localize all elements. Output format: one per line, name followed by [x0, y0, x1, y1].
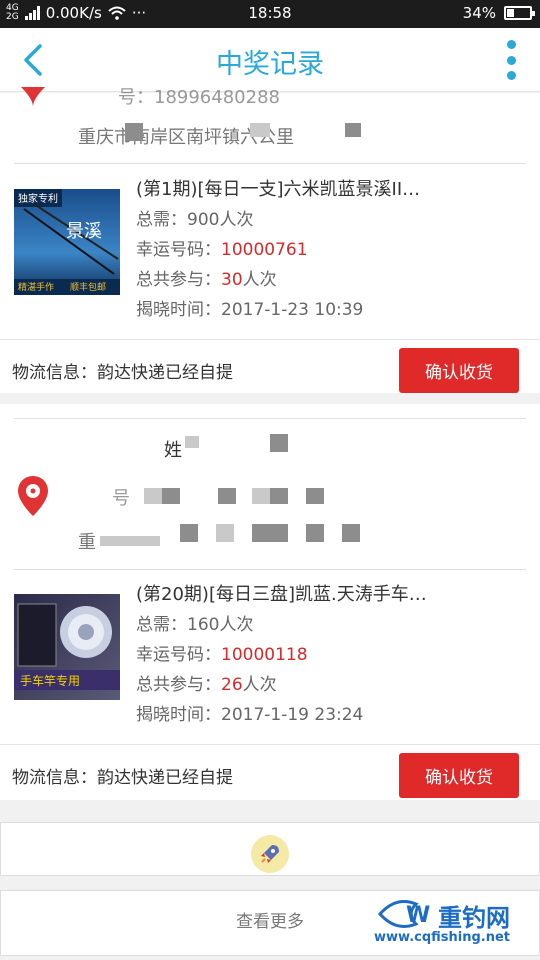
total-row: 总共参与：26人次	[136, 675, 277, 695]
lucky-row: 幸运号码：10000118	[136, 645, 308, 665]
privacy-mosaic	[250, 123, 270, 137]
total-value: 30	[221, 270, 243, 290]
svg-text:W: W	[406, 903, 430, 928]
watermark-url: www.cqfishing.net	[374, 930, 511, 945]
status-time: 18:58	[248, 4, 292, 22]
lucky-number: 10000761	[221, 240, 308, 260]
privacy-mosaic	[345, 123, 361, 137]
battery-icon	[504, 6, 535, 20]
record-card-2: 姓 号 重 手车竿专用 (第20期)[每日三盘]凯蓝.天涛手车… 总需：160人…	[0, 404, 540, 800]
record-card-1: 号：18996480288 重庆市南岸区南坪镇六公里 独家专利 景溪 精湛手作 …	[0, 87, 540, 393]
location-pin-icon	[18, 476, 48, 516]
phone-label: 号	[112, 488, 130, 509]
location-pin-icon	[21, 87, 45, 107]
product-info: (第1期)[每日一支]六米凯蓝景溪II… 总需：900人次 幸运号码：10000…	[136, 175, 530, 325]
confirm-receipt-button[interactable]: 确认收货	[399, 348, 519, 393]
product-image: 手车竿专用	[14, 594, 120, 700]
privacy-mosaic	[180, 524, 198, 542]
battery-percent: 34%	[462, 4, 496, 22]
product-thumbnail[interactable]: 独家专利 景溪 精湛手作 顺丰包邮	[14, 189, 120, 295]
product-row[interactable]: 手车竿专用 (第20期)[每日三盘]凯蓝.天涛手车… 总需：160人次 幸运号码…	[0, 576, 540, 736]
privacy-mosaic	[270, 434, 288, 452]
divider	[14, 569, 526, 570]
address-text: 重	[78, 532, 96, 553]
svg-text:顺丰包邮: 顺丰包邮	[70, 281, 106, 293]
rocket-icon[interactable]	[251, 835, 289, 873]
privacy-mosaic	[100, 536, 160, 546]
time-row: 揭晓时间：2017-1-19 23:24	[136, 705, 364, 725]
privacy-mosaic	[125, 123, 143, 141]
privacy-mosaic	[306, 524, 324, 542]
need-row: 总需：160人次	[136, 615, 254, 635]
watermark-logo-icon: W	[377, 900, 430, 928]
svg-text:手车竿专用: 手车竿专用	[20, 673, 80, 688]
privacy-mosaic	[185, 436, 199, 448]
product-name[interactable]: (第1期)[每日一支]六米凯蓝景溪II…	[136, 175, 530, 205]
total-row: 总共参与：30人次	[136, 270, 277, 290]
divider	[14, 163, 526, 164]
privacy-mosaic	[144, 488, 162, 504]
confirm-receipt-button[interactable]: 确认收货	[399, 753, 519, 798]
product-name[interactable]: (第20期)[每日三盘]凯蓝.天涛手车…	[136, 580, 530, 610]
svg-text:独家专利: 独家专利	[18, 192, 58, 205]
product-thumbnail[interactable]: 手车竿专用	[14, 594, 120, 700]
status-right: 34%	[462, 4, 535, 22]
privacy-mosaic	[252, 524, 288, 542]
total-value: 26	[221, 675, 243, 695]
privacy-mosaic	[218, 488, 236, 504]
more-menu-icon[interactable]	[504, 40, 518, 80]
logistics-bar: 物流信息：韵达快递已经自提 确认收货	[0, 744, 540, 804]
svg-text:景溪: 景溪	[66, 221, 102, 242]
lucky-number: 10000118	[221, 645, 308, 665]
watermark-cn: 重钓网	[438, 904, 510, 932]
lucky-row: 幸运号码：10000761	[136, 240, 308, 260]
phone-partial: 号：18996480288	[118, 87, 280, 108]
privacy-mosaic	[306, 488, 324, 504]
privacy-mosaic	[342, 524, 360, 542]
status-bar: 4G 2G 0.00K/s ··· 18:58 34%	[0, 0, 540, 28]
svg-text:精湛手作: 精湛手作	[18, 281, 54, 293]
divider	[14, 418, 526, 419]
battery-fill	[507, 9, 515, 17]
logistics-info: 物流信息：韵达快递已经自提	[12, 363, 233, 383]
privacy-mosaic	[216, 524, 234, 542]
privacy-mosaic	[252, 488, 270, 504]
product-info: (第20期)[每日三盘]凯蓝.天涛手车… 总需：160人次 幸运号码：10000…	[136, 580, 530, 730]
logistics-bar: 物流信息：韵达快递已经自提 确认收货	[0, 339, 540, 399]
time-row: 揭晓时间：2017-1-23 10:39	[136, 300, 364, 320]
product-image: 独家专利 景溪 精湛手作 顺丰包邮	[14, 189, 120, 295]
site-watermark: W 重钓网 www.cqfishing.net	[374, 894, 534, 954]
logistics-info: 物流信息：韵达快递已经自提	[12, 768, 233, 788]
product-row[interactable]: 独家专利 景溪 精湛手作 顺丰包邮 (第1期)[每日一支]六米凯蓝景溪II… 总…	[0, 173, 540, 333]
back-to-top-bar[interactable]	[0, 822, 540, 876]
privacy-mosaic	[162, 488, 180, 504]
privacy-mosaic	[270, 488, 288, 504]
page-title: 中奖记录	[216, 49, 324, 80]
need-row: 总需：900人次	[136, 210, 254, 230]
name-label: 姓	[164, 440, 182, 461]
